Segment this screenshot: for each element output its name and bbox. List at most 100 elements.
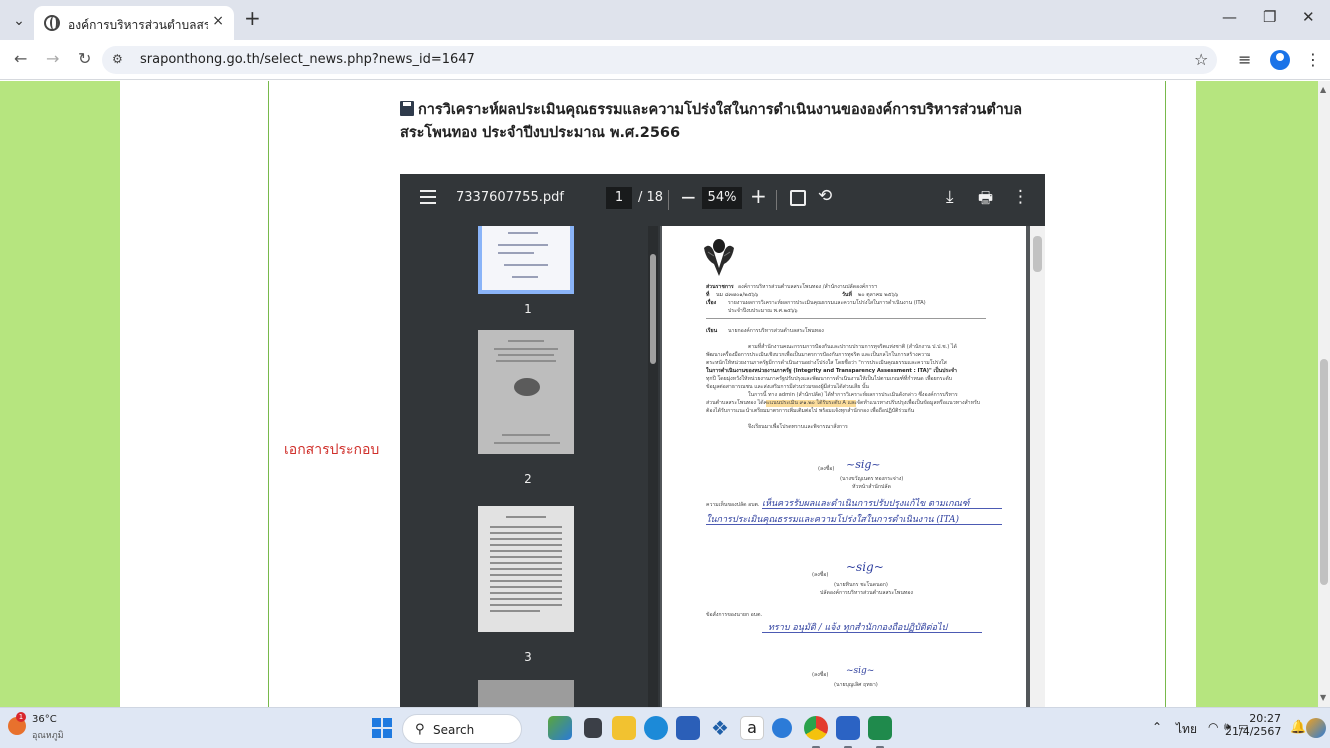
thumbnail-number: 3: [524, 650, 532, 664]
pdf-page-scrollbar[interactable]: [1030, 226, 1045, 707]
toolbar-separator: [776, 190, 777, 210]
zoom-level-input[interactable]: 54%: [702, 187, 742, 209]
pdf-toolbar: 7337607755.pdf 1 / 18 − 54% + ⟲ ⤓ 🖶 ⋮: [400, 174, 1045, 226]
scrollbar-thumb[interactable]: [1320, 359, 1328, 585]
hamburger-menu-icon[interactable]: [420, 190, 436, 204]
tab-search-chevron-icon[interactable]: ⌄: [6, 8, 32, 34]
doc-agency: องค์การบริหารส่วนตำบลสระโพนทอง /สำนักงาน…: [738, 284, 877, 290]
close-tab-icon[interactable]: ×: [212, 13, 224, 29]
doc-ref-label: ที่: [706, 292, 710, 298]
back-arrow-icon[interactable]: ←: [14, 49, 27, 68]
word-icon[interactable]: [836, 716, 860, 740]
print-icon[interactable]: 🖶: [978, 187, 993, 214]
signature-2: ~sig~: [846, 560, 884, 574]
pdf-page: ส่วนราชการ องค์การบริหารส่วนตำบลสระโพนทอ…: [662, 226, 1026, 707]
taskbar-search[interactable]: ⚲ Search: [402, 714, 522, 744]
notification-bell-icon[interactable]: 🔔: [1290, 720, 1306, 735]
pdf-viewer[interactable]: 7337607755.pdf 1 / 18 − 54% + ⟲ ⤓ 🖶 ⋮ 1 …: [400, 174, 1045, 707]
restore-icon[interactable]: ❐: [1263, 8, 1276, 26]
photos-app-icon[interactable]: [548, 716, 572, 740]
search-icon: ⚲: [415, 722, 425, 737]
temperature: 36°C: [32, 714, 57, 725]
page-thumbnail-1[interactable]: [478, 226, 574, 294]
copilot-icon[interactable]: [1306, 718, 1326, 738]
fit-to-page-icon[interactable]: [790, 190, 806, 206]
doc-closing: จึงเรียนมาเพื่อโปรดทราบและพิจารณาสั่งการ: [748, 424, 848, 430]
thumbnail-number: 1: [524, 302, 532, 316]
store-icon[interactable]: [676, 716, 700, 740]
doc-sign2-label: (ลงชื่อ): [812, 572, 829, 578]
windows-start-icon[interactable]: [372, 718, 392, 738]
page-thumbnail-3[interactable]: [478, 506, 574, 632]
zoom-in-icon[interactable]: +: [750, 184, 767, 208]
doc-sign1-title: หัวหน้าสำนักปลัด: [852, 484, 891, 490]
address-bar[interactable]: ⚙ sraponthong.go.th/select_news.php?news…: [102, 46, 1217, 74]
doc-opinion-label: ความเห็นของปลัด อบต.: [706, 502, 760, 508]
doc-date-label: วันที่: [842, 292, 852, 298]
profile-avatar-icon[interactable]: [1270, 50, 1290, 70]
new-tab-button[interactable]: +: [244, 6, 261, 30]
doc-to: นายกองค์การบริหารส่วนตำบลสระโพนทอง: [728, 328, 824, 334]
amazon-icon[interactable]: a: [740, 716, 764, 740]
browser-tab[interactable]: องค์การบริหารส่วนตำบลสระโพนทอง ×: [34, 6, 234, 40]
attachment-label: เอกสารประกอบ: [284, 442, 380, 458]
zoom-out-icon[interactable]: −: [680, 185, 697, 209]
page-thumbnail-4[interactable]: [478, 680, 574, 707]
doc-para1-line: ตระหนักให้หน่วยงานภาครัฐมีการดำเนินงานอย…: [706, 360, 947, 366]
doc-sign2-title: ปลัดองค์การบริหารส่วนตำบลสระโพนทอง: [820, 590, 913, 596]
doc-date: ๒๐ ตุลาคม ๒๕๖๖: [858, 292, 899, 298]
thumbnail-sidebar: 1 2 3: [400, 226, 660, 707]
reading-list-icon[interactable]: ≡: [1238, 50, 1251, 69]
reload-icon[interactable]: ↻: [78, 49, 91, 68]
system-clock[interactable]: 20:27 21/4/2567: [1225, 712, 1281, 738]
page-thumbnail-2[interactable]: [478, 330, 574, 454]
teams-icon[interactable]: [772, 718, 792, 738]
forward-arrow-icon[interactable]: →: [46, 49, 59, 68]
download-icon[interactable]: ⤓: [946, 187, 954, 207]
more-options-icon[interactable]: ⋮: [1012, 187, 1029, 207]
rotate-icon[interactable]: ⟲: [818, 186, 832, 206]
page-title-text: การวิเคราะห์ผลประเมินคุณธรรมและความโปร่ง…: [400, 102, 1022, 141]
doc-to-label: เรียน: [706, 328, 718, 334]
doc-para2-line: ส่วนตำบลสระโพนทอง ได้คะแนนประเมิน ๙๑.๒๐ …: [706, 400, 981, 406]
close-window-icon[interactable]: ✕: [1302, 8, 1315, 26]
doc-subject-line2: ประจำปีงบประมาณ พ.ศ.๒๕๖๖: [728, 308, 798, 314]
file-explorer-icon[interactable]: [612, 716, 636, 740]
doc-para1-line: ในการดำเนินงานของหน่วยงานภาครัฐ (Integri…: [706, 368, 957, 374]
chrome-icon[interactable]: [804, 716, 828, 740]
task-view-icon[interactable]: [584, 718, 602, 738]
page-number-input[interactable]: 1: [606, 187, 632, 209]
excel-icon[interactable]: [868, 716, 892, 740]
minimize-icon[interactable]: —: [1222, 8, 1237, 26]
notification-badge: 1: [16, 712, 26, 722]
page-title: การวิเคราะห์ผลประเมินคุณธรรมและความโปร่ง…: [400, 99, 1040, 145]
bookmark-star-icon[interactable]: ☆: [1194, 50, 1208, 69]
url-text[interactable]: sraponthong.go.th/select_news.php?news_i…: [140, 52, 475, 67]
doc-sign1-label: (ลงชื่อ): [818, 466, 835, 472]
doc-order-label: ข้อสั่งการของนายก อบต.: [706, 612, 763, 618]
sidebar-scrollbar[interactable]: [648, 226, 658, 707]
pdf-page-pane: ส่วนราชการ องค์การบริหารส่วนตำบลสระโพนทอ…: [660, 226, 1045, 707]
floppy-disk-icon: [400, 101, 414, 116]
search-label: Search: [433, 723, 475, 737]
garuda-emblem: [704, 239, 734, 276]
signature-3: ~sig~: [846, 666, 875, 676]
wifi-icon[interactable]: ◠: [1208, 720, 1218, 734]
doc-para1-line: ข้อมูลต่อสาธารณชน และส่งเสริมการมีส่วนร่…: [706, 384, 869, 390]
site-info-icon[interactable]: ⚙: [112, 52, 123, 66]
language-indicator[interactable]: ไทย: [1176, 720, 1197, 739]
thumbnail-number: 2: [524, 472, 532, 486]
show-hidden-icons-icon[interactable]: ⌃: [1152, 720, 1162, 734]
scroll-up-arrow-icon[interactable]: ▲: [1320, 85, 1326, 94]
dropbox-icon[interactable]: ❖: [708, 716, 732, 740]
browser-menu-icon[interactable]: ⋮: [1305, 50, 1321, 69]
seal-image: [514, 378, 540, 396]
pdf-filename: 7337607755.pdf: [456, 190, 564, 205]
doc-para2-line: ในการนี้ ทาง admin (สำนักปลัด) ได้ทำการว…: [748, 392, 958, 398]
edge-browser-icon[interactable]: [644, 716, 668, 740]
weather-condition: อุณหภูมิ: [32, 731, 64, 741]
browser-toolbar: ← → ↻ ⚙ sraponthong.go.th/select_news.ph…: [0, 40, 1330, 80]
doc-sign3-name: (นายบุญเลิศ ฤทธา): [834, 682, 878, 688]
page-scrollbar[interactable]: ▲ ▼: [1318, 81, 1330, 707]
scroll-down-arrow-icon[interactable]: ▼: [1320, 693, 1326, 702]
